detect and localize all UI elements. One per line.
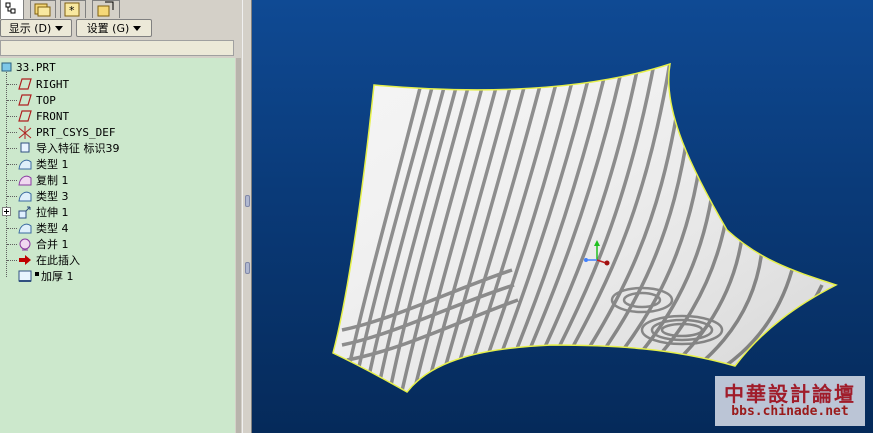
- suppressed-marker-icon: [35, 272, 39, 276]
- tree-connector: [7, 116, 17, 117]
- expand-plus-icon[interactable]: [0, 206, 14, 219]
- tree-connector: [7, 244, 17, 245]
- folder-icon: [34, 3, 51, 17]
- zebra-stripes: [333, 64, 836, 392]
- tree-item-thicken[interactable]: 加厚 1: [0, 268, 235, 284]
- tree-item-label: 复制 1: [36, 174, 69, 187]
- tree-item-label: RIGHT: [36, 77, 70, 91]
- connections-icon: [97, 1, 114, 17]
- chevron-down-icon: [55, 25, 64, 31]
- datum-plane-icon: [18, 78, 32, 91]
- surface-icon: [18, 190, 32, 203]
- tree-item-label: 类型 4: [36, 222, 69, 235]
- import-feature-icon: [18, 142, 32, 155]
- tree-connector: [7, 148, 17, 149]
- tree-item-front-plane[interactable]: FRONT: [0, 108, 235, 124]
- display-label: 显示 (D): [8, 22, 52, 35]
- tab-model-tree[interactable]: [0, 0, 24, 19]
- tree-connector: [7, 164, 17, 165]
- merge-icon: [18, 238, 32, 251]
- tree-item-label: PRT_CSYS_DEF: [36, 125, 116, 139]
- tree-item-import-feature[interactable]: 导入特征 标识39: [0, 140, 235, 156]
- copy-surface-icon: [18, 174, 32, 187]
- tree-connector: [7, 84, 17, 85]
- panel-splitter[interactable]: [242, 0, 252, 433]
- watermark-logo: 中華設計論壇 bbs.chinade.net: [715, 376, 865, 426]
- insert-here-arrow-icon: [18, 254, 32, 267]
- svg-text:*: *: [69, 4, 75, 17]
- tree-toolbar: 显示 (D) 设置 (G): [0, 19, 242, 40]
- settings-label: 设置 (G): [86, 22, 130, 35]
- tree-item-surface-type4[interactable]: 类型 4: [0, 220, 235, 236]
- tree-connector: [7, 100, 17, 101]
- tree-item-merge[interactable]: 合并 1: [0, 236, 235, 252]
- splitter-grip-icon[interactable]: [245, 262, 250, 274]
- tree-item-insert-here[interactable]: 在此插入: [0, 252, 235, 268]
- tree-item-label: 合并 1: [36, 238, 69, 251]
- tree-item-surface-type1[interactable]: 类型 1: [0, 156, 235, 172]
- tree-item-csys[interactable]: PRT_CSYS_DEF: [0, 124, 235, 140]
- favorites-star-icon: *: [64, 2, 80, 17]
- tree-connector: [7, 228, 17, 229]
- tab-connections[interactable]: [92, 0, 120, 18]
- tree-item-surface-type3[interactable]: 类型 3: [0, 188, 235, 204]
- watermark-url: bbs.chinade.net: [731, 404, 849, 419]
- model-tree-panel: * 显示 (D) 设置 (G) 33.PRT RIGHT TOP FRONT P…: [0, 0, 242, 433]
- settings-dropdown[interactable]: 设置 (G): [76, 19, 152, 37]
- tree-item-label: 33.PRT: [16, 60, 56, 74]
- tree-item-label: 导入特征 标识39: [36, 142, 120, 155]
- datum-plane-icon: [18, 110, 32, 123]
- tree-item-label: 在此插入: [36, 254, 80, 267]
- tree-connector: [7, 132, 17, 133]
- tree-item-label: 类型 3: [36, 190, 69, 203]
- thicken-icon: [18, 270, 32, 283]
- csys-icon: [18, 125, 32, 139]
- graphics-viewport[interactable]: [252, 0, 873, 433]
- tree-item-label: TOP: [36, 93, 56, 107]
- datum-plane-icon: [18, 94, 32, 107]
- zebra-surface-render: [332, 62, 838, 393]
- tree-item-label: FRONT: [36, 109, 70, 123]
- tree-column-header: [0, 40, 234, 56]
- model-tree: 33.PRT RIGHT TOP FRONT PRT_CSYS_DEF 导入特征…: [0, 58, 235, 433]
- tree-connector: [7, 196, 17, 197]
- tree-scrollbar[interactable]: [236, 58, 241, 433]
- splitter-grip-icon[interactable]: [245, 195, 250, 207]
- surface-icon: [18, 222, 32, 235]
- navigator-tab-bar: *: [0, 0, 242, 19]
- tab-folder-browser[interactable]: [30, 0, 56, 18]
- display-dropdown[interactable]: 显示 (D): [0, 19, 72, 37]
- extrude-icon: [18, 206, 32, 219]
- tree-item-part[interactable]: 33.PRT: [0, 59, 235, 75]
- tree-item-top-plane[interactable]: TOP: [0, 92, 235, 108]
- tree-item-right-plane[interactable]: RIGHT: [0, 76, 235, 92]
- surface-icon: [18, 158, 32, 171]
- tree-connector: [7, 260, 17, 261]
- part-icon: [0, 61, 14, 74]
- tree-item-copy[interactable]: 复制 1: [0, 172, 235, 188]
- tree-item-extrude[interactable]: 拉伸 1: [0, 204, 235, 220]
- watermark-title: 中華設計論壇: [724, 382, 856, 406]
- tree-item-label: 拉伸 1: [36, 206, 69, 219]
- tree-item-label: 加厚 1: [41, 270, 74, 283]
- chevron-down-icon: [133, 25, 142, 31]
- tree-connector: [7, 180, 17, 181]
- tab-favorites[interactable]: *: [60, 0, 86, 18]
- model-tree-icon: [5, 2, 16, 14]
- tree-item-label: 类型 1: [36, 158, 69, 171]
